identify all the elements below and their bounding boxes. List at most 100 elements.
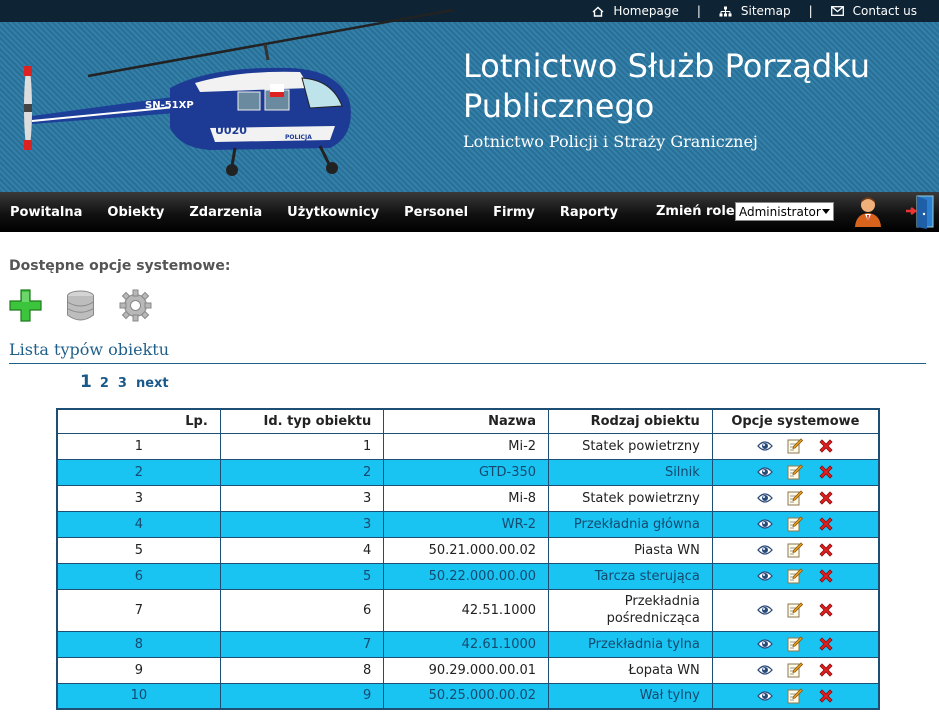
view-eye-icon[interactable] bbox=[757, 544, 774, 556]
system-options-toolbar bbox=[9, 289, 174, 326]
cell-name: 90.29.000.00.01 bbox=[383, 656, 550, 684]
cell-kind: Statek powietrzny bbox=[548, 432, 713, 460]
chevron-down-icon bbox=[822, 209, 830, 214]
view-eye-icon[interactable] bbox=[757, 492, 774, 504]
cell-lp: 4 bbox=[56, 510, 221, 538]
edit-icon[interactable] bbox=[787, 438, 804, 454]
nav-item-raporty[interactable]: Raporty bbox=[550, 205, 628, 220]
main-nav: Powitalna Obiekty Zdarzenia Użytkownicy … bbox=[0, 192, 939, 232]
cell-lp: 8 bbox=[56, 630, 221, 658]
cell-kind: Wał tylny bbox=[548, 682, 713, 710]
view-eye-icon[interactable] bbox=[757, 570, 774, 582]
nav-item-obiekty[interactable]: Obiekty bbox=[97, 205, 174, 220]
column-header-id: Id. typ obiektu bbox=[219, 408, 385, 434]
role-select-value: Administrator bbox=[739, 204, 821, 219]
column-header-kind: Rodzaj obiektu bbox=[548, 408, 713, 434]
cell-lp: 1 bbox=[56, 432, 221, 460]
settings-gear-icon[interactable] bbox=[119, 289, 152, 326]
cell-row-actions bbox=[711, 630, 880, 658]
cell-lp: 7 bbox=[56, 588, 221, 632]
pager-page-link[interactable]: 2 bbox=[100, 376, 109, 391]
delete-x-icon[interactable] bbox=[818, 568, 834, 584]
cell-kind-line: pośrednicząca bbox=[606, 611, 700, 626]
delete-x-icon[interactable] bbox=[818, 542, 834, 558]
cell-lp: 3 bbox=[56, 484, 221, 512]
view-eye-icon[interactable] bbox=[757, 638, 774, 650]
edit-icon[interactable] bbox=[787, 688, 804, 704]
cell-name: 50.22.000.00.00 bbox=[383, 562, 550, 590]
edit-icon[interactable] bbox=[787, 568, 804, 584]
edit-icon[interactable] bbox=[787, 464, 804, 480]
nav-item-zdarzenia[interactable]: Zdarzenia bbox=[179, 205, 272, 220]
site-title: Lotnictwo Służb Porządku Publicznego bbox=[463, 47, 871, 125]
view-eye-icon[interactable] bbox=[757, 440, 774, 452]
pagination: 1 2 3 next bbox=[80, 372, 178, 392]
user-profile-icon[interactable] bbox=[853, 195, 883, 228]
delete-x-icon[interactable] bbox=[818, 636, 834, 652]
cell-kind: Tarcza sterująca bbox=[548, 562, 713, 590]
delete-x-icon[interactable] bbox=[818, 464, 834, 480]
view-eye-icon[interactable] bbox=[757, 466, 774, 478]
cell-type-id: 2 bbox=[219, 458, 385, 486]
contact-link[interactable]: Contact us bbox=[830, 4, 917, 18]
edit-icon[interactable] bbox=[787, 662, 804, 678]
table-row: 5 4 50.21.000.00.02 Piasta WN bbox=[56, 536, 880, 564]
cell-name: 50.25.000.00.02 bbox=[383, 682, 550, 710]
cell-lp: 10 bbox=[56, 682, 221, 710]
delete-x-icon[interactable] bbox=[818, 662, 834, 678]
cell-type-id: 6 bbox=[219, 588, 385, 632]
cell-name: GTD-350 bbox=[383, 458, 550, 486]
delete-x-icon[interactable] bbox=[818, 516, 834, 532]
cell-type-id: 7 bbox=[219, 630, 385, 658]
sitemap-link[interactable]: Sitemap bbox=[719, 4, 791, 18]
cell-lp: 5 bbox=[56, 536, 221, 564]
homepage-link[interactable]: Homepage bbox=[592, 4, 679, 18]
edit-icon[interactable] bbox=[787, 602, 804, 618]
sitemap-link-label: Sitemap bbox=[740, 4, 791, 18]
cell-kind: Piasta WN bbox=[548, 536, 713, 564]
cell-name: 42.61.1000 bbox=[383, 630, 550, 658]
cell-row-actions bbox=[711, 682, 880, 710]
nav-item-firmy[interactable]: Firmy bbox=[483, 205, 545, 220]
contact-link-label: Contact us bbox=[852, 4, 917, 18]
delete-x-icon[interactable] bbox=[818, 602, 834, 618]
cell-row-actions bbox=[711, 458, 880, 486]
table-row: 2 2 GTD-350 Silnik bbox=[56, 458, 880, 486]
edit-icon[interactable] bbox=[787, 542, 804, 558]
sitemap-icon bbox=[719, 6, 732, 16]
pager-current-page: 1 bbox=[80, 372, 92, 392]
table-header-row: Lp. Id. typ obiektu Nazwa Rodzaj obiektu… bbox=[56, 408, 880, 434]
cell-type-id: 1 bbox=[219, 432, 385, 460]
edit-icon[interactable] bbox=[787, 636, 804, 652]
table-row: 10 9 50.25.000.00.02 Wał tylny bbox=[56, 682, 880, 710]
edit-icon[interactable] bbox=[787, 490, 804, 506]
delete-x-icon[interactable] bbox=[818, 438, 834, 454]
cell-row-actions bbox=[711, 656, 880, 684]
view-eye-icon[interactable] bbox=[757, 690, 774, 702]
delete-x-icon[interactable] bbox=[818, 688, 834, 704]
cell-kind: Przekładnia pośrednicząca bbox=[548, 588, 713, 632]
add-icon[interactable] bbox=[9, 289, 42, 326]
database-icon[interactable] bbox=[64, 289, 97, 326]
cell-row-actions bbox=[711, 432, 880, 460]
delete-x-icon[interactable] bbox=[818, 490, 834, 506]
cell-name: WR-2 bbox=[383, 510, 550, 538]
role-select[interactable]: Administrator bbox=[735, 202, 834, 221]
table-row: 1 1 Mi-2 Statek powietrzny bbox=[56, 432, 880, 460]
cell-type-id: 9 bbox=[219, 682, 385, 710]
nav-item-uzytkownicy[interactable]: Użytkownicy bbox=[277, 205, 389, 220]
helicopter-image: SN-51XP U020 POLICJA bbox=[24, 8, 454, 176]
pager-page-link[interactable]: 3 bbox=[118, 376, 127, 391]
nav-item-personel[interactable]: Personel bbox=[394, 205, 478, 220]
logout-door-icon[interactable] bbox=[905, 194, 937, 229]
nav-item-powitalna[interactable]: Powitalna bbox=[0, 205, 92, 220]
view-eye-icon[interactable] bbox=[757, 664, 774, 676]
table-row: 6 5 50.22.000.00.00 Tarcza sterująca bbox=[56, 562, 880, 590]
view-eye-icon[interactable] bbox=[757, 518, 774, 530]
system-options-heading: Dostępne opcje systemowe: bbox=[9, 258, 231, 274]
cell-kind: Przekładnia tylna bbox=[548, 630, 713, 658]
view-eye-icon[interactable] bbox=[757, 604, 774, 616]
table-row: 4 3 WR-2 Przekładnia główna bbox=[56, 510, 880, 538]
edit-icon[interactable] bbox=[787, 516, 804, 532]
pager-next-link[interactable]: next bbox=[136, 376, 169, 391]
